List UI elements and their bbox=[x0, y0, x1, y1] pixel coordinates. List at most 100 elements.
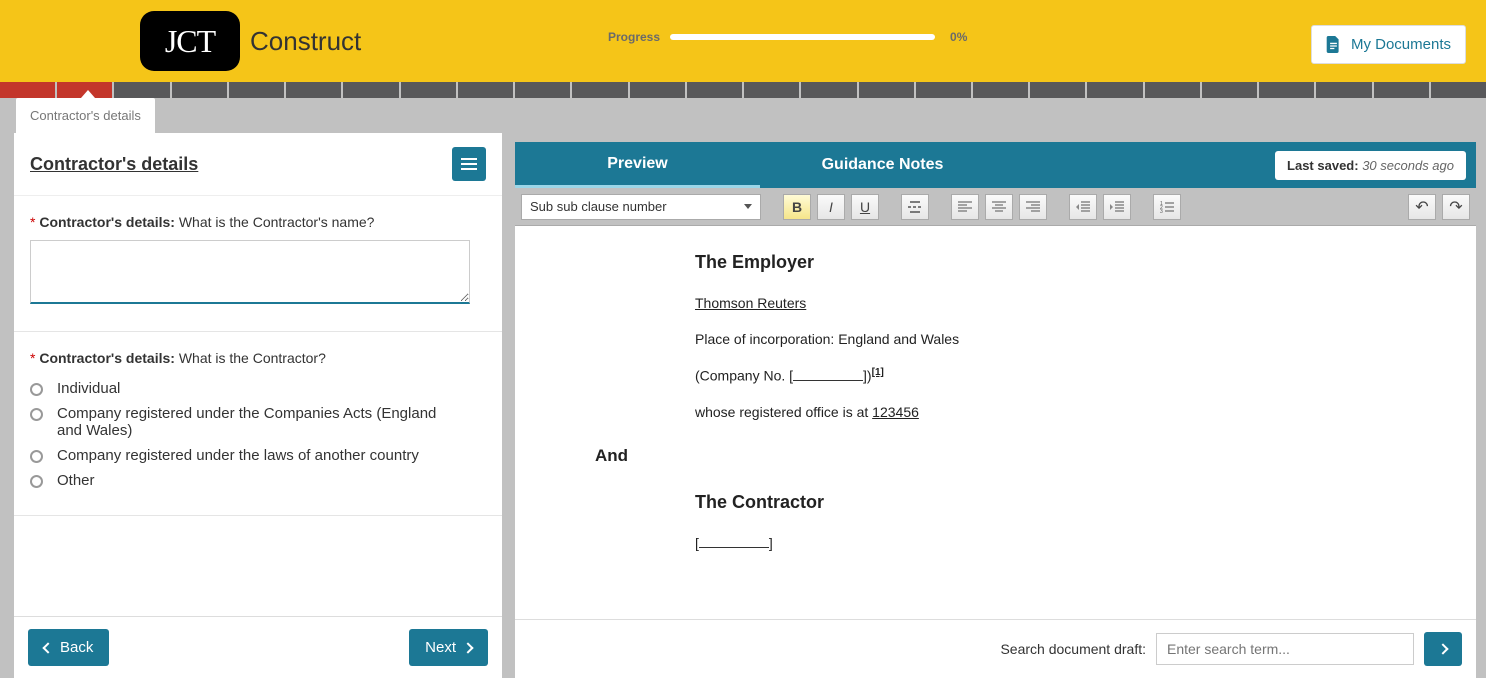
search-button[interactable] bbox=[1424, 632, 1462, 666]
section-progress-bar bbox=[0, 82, 1486, 98]
section-segment[interactable] bbox=[1202, 82, 1257, 98]
section-segment[interactable] bbox=[572, 82, 627, 98]
radio-option[interactable]: Company registered under the Companies A… bbox=[30, 401, 486, 443]
section-segment[interactable] bbox=[458, 82, 513, 98]
required-marker: * bbox=[30, 214, 35, 230]
contractor-name-input[interactable] bbox=[30, 240, 470, 304]
footnote-ref: [1] bbox=[872, 367, 884, 378]
question-label: Contractor's details: bbox=[39, 350, 175, 366]
question-block: * Contractor's details: What is the Cont… bbox=[14, 332, 502, 516]
section-segment[interactable] bbox=[859, 82, 914, 98]
employer-heading: The Employer bbox=[695, 252, 1476, 273]
section-segment[interactable] bbox=[630, 82, 685, 98]
next-button[interactable]: Next bbox=[409, 629, 488, 666]
radio-icon bbox=[30, 475, 43, 488]
section-segment[interactable] bbox=[286, 82, 341, 98]
section-segment[interactable] bbox=[687, 82, 742, 98]
section-segment[interactable] bbox=[744, 82, 799, 98]
undo-button[interactable]: ↶ bbox=[1408, 194, 1436, 220]
chevron-left-icon bbox=[42, 642, 53, 653]
bold-icon: B bbox=[792, 199, 802, 215]
section-segment[interactable] bbox=[343, 82, 398, 98]
search-input[interactable] bbox=[1156, 633, 1414, 665]
company-number-blank bbox=[793, 380, 863, 381]
indent-button[interactable] bbox=[1103, 194, 1131, 220]
italic-icon: I bbox=[829, 199, 833, 215]
brand-logo: JCT bbox=[140, 11, 240, 71]
radio-icon bbox=[30, 383, 43, 396]
registered-office-value: 123456 bbox=[872, 404, 919, 420]
my-documents-button[interactable]: My Documents bbox=[1311, 25, 1466, 64]
align-left-icon bbox=[958, 201, 972, 213]
bold-button[interactable]: B bbox=[783, 194, 811, 220]
back-label: Back bbox=[60, 639, 93, 656]
align-right-icon bbox=[1026, 201, 1040, 213]
section-segment[interactable] bbox=[1145, 82, 1200, 98]
my-documents-label: My Documents bbox=[1351, 36, 1451, 53]
align-center-button[interactable] bbox=[985, 194, 1013, 220]
section-segment[interactable] bbox=[114, 82, 169, 98]
redo-button[interactable]: ↷ bbox=[1442, 194, 1470, 220]
underline-button[interactable]: U bbox=[851, 194, 879, 220]
question-text: What is the Contractor? bbox=[179, 350, 326, 366]
outdent-button[interactable] bbox=[1069, 194, 1097, 220]
section-segment[interactable] bbox=[0, 82, 55, 98]
document-icon bbox=[1326, 36, 1341, 53]
registered-office-line: whose registered office is at 123456 bbox=[695, 404, 1476, 420]
section-segment[interactable] bbox=[1431, 82, 1486, 98]
employer-name: Thomson Reuters bbox=[695, 295, 806, 311]
section-segment[interactable] bbox=[1316, 82, 1371, 98]
paragraph-style-select[interactable]: Sub sub clause number bbox=[521, 194, 761, 220]
radio-label: Other bbox=[57, 472, 95, 489]
section-segment[interactable] bbox=[1030, 82, 1085, 98]
align-left-button[interactable] bbox=[951, 194, 979, 220]
numbered-list-icon: 123 bbox=[1160, 201, 1174, 213]
tab-guidance-notes[interactable]: Guidance Notes bbox=[760, 142, 1005, 188]
section-segment[interactable] bbox=[1087, 82, 1142, 98]
and-separator: And bbox=[595, 446, 1476, 466]
required-marker: * bbox=[30, 350, 35, 366]
section-segment[interactable] bbox=[401, 82, 456, 98]
section-segment[interactable] bbox=[801, 82, 856, 98]
align-right-button[interactable] bbox=[1019, 194, 1047, 220]
section-segment[interactable] bbox=[172, 82, 227, 98]
hamburger-icon bbox=[461, 158, 477, 170]
next-label: Next bbox=[425, 639, 456, 656]
progress-percent: 0% bbox=[950, 30, 967, 44]
page-break-button[interactable] bbox=[901, 194, 929, 220]
section-segment[interactable] bbox=[1374, 82, 1429, 98]
last-saved-label: Last saved: bbox=[1287, 158, 1359, 173]
preview-panel: Preview Guidance Notes Last saved: 30 se… bbox=[515, 142, 1476, 678]
chevron-right-icon bbox=[1437, 643, 1448, 654]
contractor-name-line: [] bbox=[695, 535, 1476, 551]
italic-button[interactable]: I bbox=[817, 194, 845, 220]
question-panel: Contractor's details Contractor's detail… bbox=[14, 98, 502, 678]
brand-logo-text: JCT bbox=[165, 23, 215, 60]
progress-label: Progress bbox=[608, 30, 660, 44]
style-select-value: Sub sub clause number bbox=[530, 199, 667, 214]
radio-option[interactable]: Company registered under the laws of ano… bbox=[30, 443, 486, 468]
last-saved-time: 30 seconds ago bbox=[1362, 158, 1454, 173]
radio-option[interactable]: Other bbox=[30, 468, 486, 493]
editor-toolbar: Sub sub clause number B I U bbox=[515, 188, 1476, 226]
last-saved-badge: Last saved: 30 seconds ago bbox=[1275, 151, 1466, 180]
progress-bar bbox=[670, 34, 935, 40]
section-segment[interactable] bbox=[1259, 82, 1314, 98]
panel-menu-button[interactable] bbox=[452, 147, 486, 181]
section-segment[interactable] bbox=[515, 82, 570, 98]
outdent-icon bbox=[1076, 201, 1090, 213]
section-segment[interactable] bbox=[916, 82, 971, 98]
redo-icon: ↷ bbox=[1449, 197, 1462, 217]
app-header: JCT Construct Progress 0% My Documents bbox=[0, 0, 1486, 82]
contractor-heading: The Contractor bbox=[695, 492, 1476, 513]
undo-icon: ↶ bbox=[1415, 197, 1428, 217]
tab-preview[interactable]: Preview bbox=[515, 142, 760, 188]
radio-label: Company registered under the laws of ano… bbox=[57, 447, 419, 464]
numbered-list-button[interactable]: 123 bbox=[1153, 194, 1181, 220]
radio-option[interactable]: Individual bbox=[30, 376, 486, 401]
back-button[interactable]: Back bbox=[28, 629, 109, 666]
section-segment[interactable] bbox=[229, 82, 284, 98]
underline-icon: U bbox=[860, 199, 870, 215]
document-viewport[interactable]: The Employer Thomson Reuters Place of in… bbox=[515, 226, 1476, 619]
section-segment[interactable] bbox=[973, 82, 1028, 98]
